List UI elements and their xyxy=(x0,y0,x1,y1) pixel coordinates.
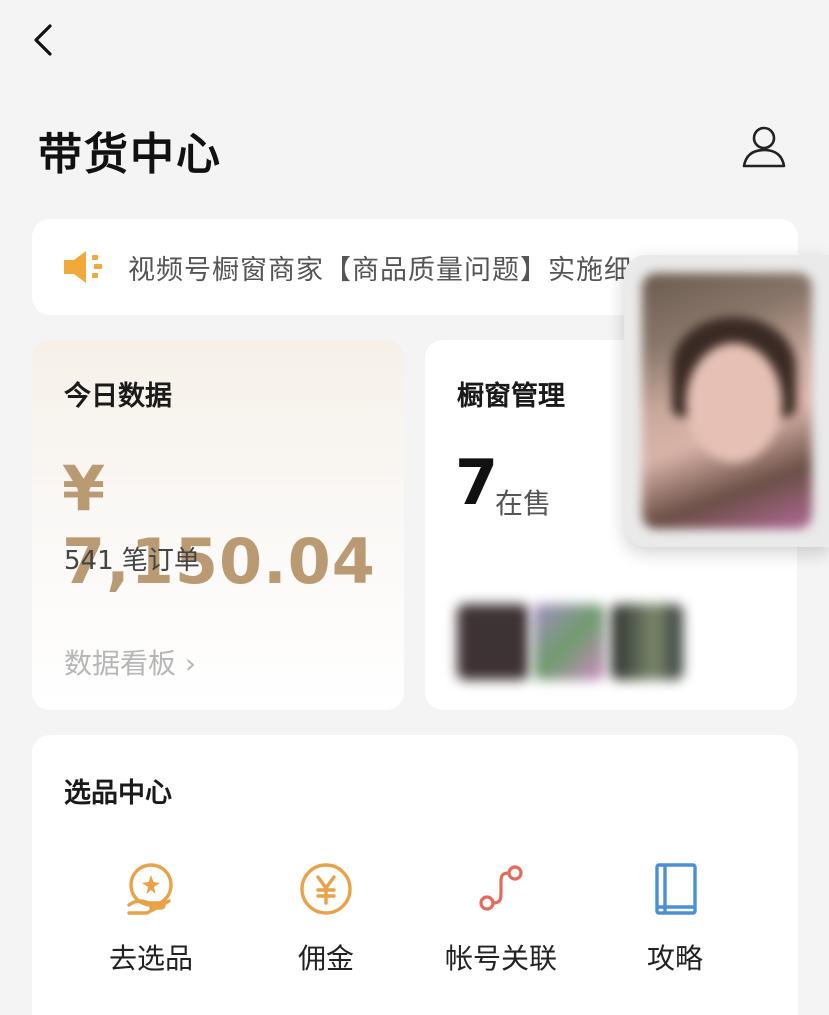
yen-circle-icon xyxy=(300,863,352,915)
window-management-title: 橱窗管理 xyxy=(457,381,565,412)
user-profile-icon[interactable] xyxy=(738,120,790,172)
product-thumbnail[interactable] xyxy=(457,604,529,680)
today-order-count: 541 笔订单 xyxy=(64,546,200,576)
speaker-icon xyxy=(64,251,102,283)
page: 带货中心 视频号橱窗商家【商品质量问题】实施细 今日数据 ¥ 7,150.04 … xyxy=(0,0,829,1015)
commission-label: 佣金 xyxy=(297,942,354,975)
product-selection-card: 选品中心 去选品 佣金 帐号关联 攻略 xyxy=(32,735,798,1015)
video-preview xyxy=(642,273,812,529)
link-nodes-icon xyxy=(479,865,523,911)
select-products-label: 去选品 xyxy=(108,942,193,975)
account-link-label: 帐号关联 xyxy=(444,942,557,975)
announcement-text: 视频号橱窗商家【商品质量问题】实施细 xyxy=(128,254,632,286)
commission-button[interactable]: 佣金 xyxy=(251,859,401,977)
today-data-card[interactable]: 今日数据 ¥ 7,150.04 541 笔订单 数据看板 › xyxy=(32,340,404,710)
back-arrow-icon[interactable] xyxy=(26,18,62,62)
floating-video-window[interactable] xyxy=(624,255,829,547)
today-data-title: 今日数据 xyxy=(64,381,172,412)
account-link-button[interactable]: 帐号关联 xyxy=(426,859,576,977)
product-selection-title: 选品中心 xyxy=(64,778,172,809)
guide-label: 攻略 xyxy=(646,942,703,975)
book-icon xyxy=(655,863,697,915)
select-products-button[interactable]: 去选品 xyxy=(76,859,226,977)
product-thumbnail[interactable] xyxy=(611,604,683,680)
on-sale-count: 7 xyxy=(455,446,499,519)
guide-button[interactable]: 攻略 xyxy=(600,859,750,977)
product-thumbnail[interactable] xyxy=(533,604,605,680)
hand-star-icon xyxy=(127,863,173,915)
data-dashboard-link[interactable]: 数据看板 › xyxy=(64,642,196,682)
on-sale-label: 在售 xyxy=(495,487,552,520)
page-title: 带货中心 xyxy=(38,129,222,180)
